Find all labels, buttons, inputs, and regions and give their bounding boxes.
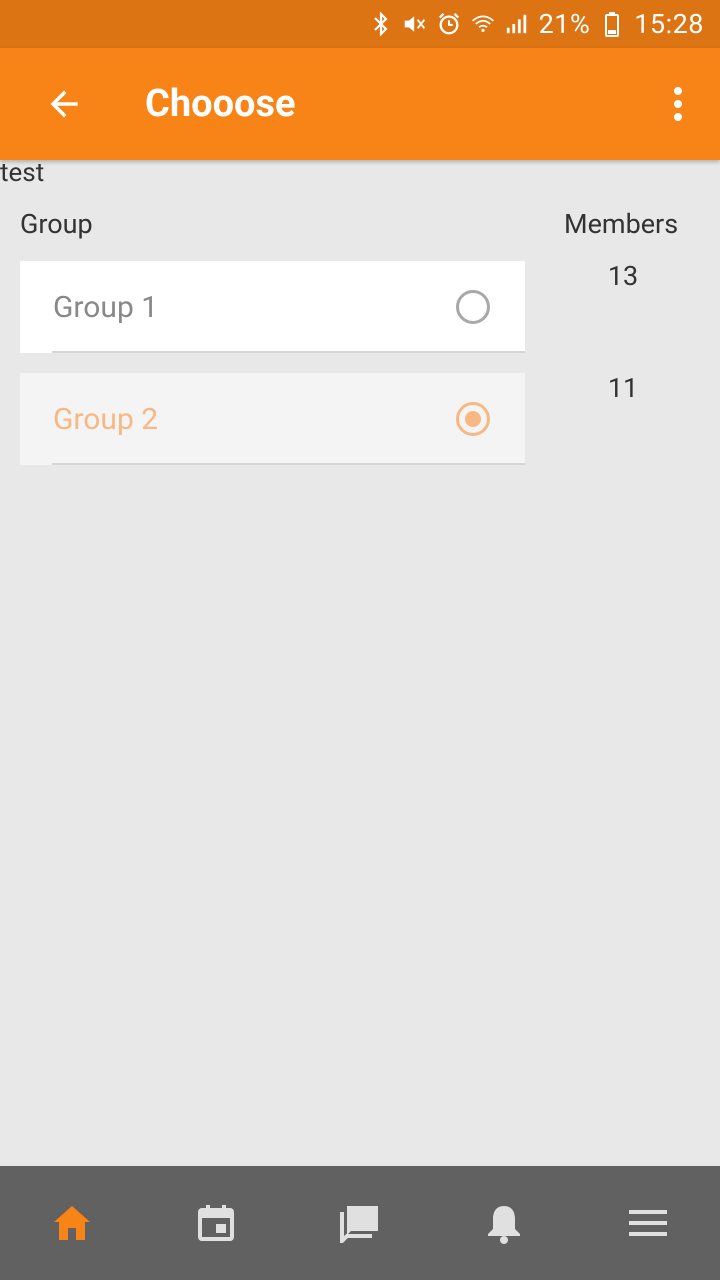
bell-icon xyxy=(488,1206,520,1244)
member-count: 13 xyxy=(607,260,639,292)
group-option-selected[interactable]: Group 2 xyxy=(20,373,525,465)
column-header-members: Members xyxy=(564,208,679,240)
app-bar: Chooose xyxy=(0,48,720,160)
bottom-navigation xyxy=(0,1166,720,1280)
divider xyxy=(52,463,525,465)
nav-notifications[interactable] xyxy=(464,1183,544,1263)
group-label: Group 1 xyxy=(53,289,159,325)
member-count: 11 xyxy=(607,372,639,404)
column-header-group: Group xyxy=(20,208,93,240)
mute-icon xyxy=(403,12,427,36)
radio-button-unchecked[interactable] xyxy=(456,290,490,324)
signal-icon xyxy=(505,12,529,36)
header-text: test xyxy=(0,158,45,188)
status-bar: 21% 15:28 xyxy=(0,0,720,48)
back-button[interactable] xyxy=(40,80,88,128)
calendar-icon xyxy=(198,1205,234,1241)
clock: 15:28 xyxy=(634,8,704,40)
group-option[interactable]: Group 1 xyxy=(20,261,525,353)
nav-home[interactable] xyxy=(32,1183,112,1263)
nav-calendar[interactable] xyxy=(176,1183,256,1263)
more-vertical-icon xyxy=(674,87,682,121)
battery-icon xyxy=(600,12,624,37)
page-title: Chooose xyxy=(145,82,296,126)
wifi-icon xyxy=(471,12,495,36)
group-label: Group 2 xyxy=(53,401,159,437)
alarm-icon xyxy=(437,12,461,36)
battery-percent: 21% xyxy=(538,8,591,40)
menu-icon xyxy=(629,1210,667,1236)
overflow-menu-button[interactable] xyxy=(654,80,702,128)
divider xyxy=(52,351,525,353)
radio-button-checked[interactable] xyxy=(456,402,490,436)
nav-menu[interactable] xyxy=(608,1183,688,1263)
bluetooth-icon xyxy=(369,11,393,37)
nav-chat[interactable] xyxy=(320,1183,400,1263)
home-icon xyxy=(54,1206,90,1240)
back-arrow-icon xyxy=(50,90,78,118)
chat-icon xyxy=(340,1206,378,1243)
